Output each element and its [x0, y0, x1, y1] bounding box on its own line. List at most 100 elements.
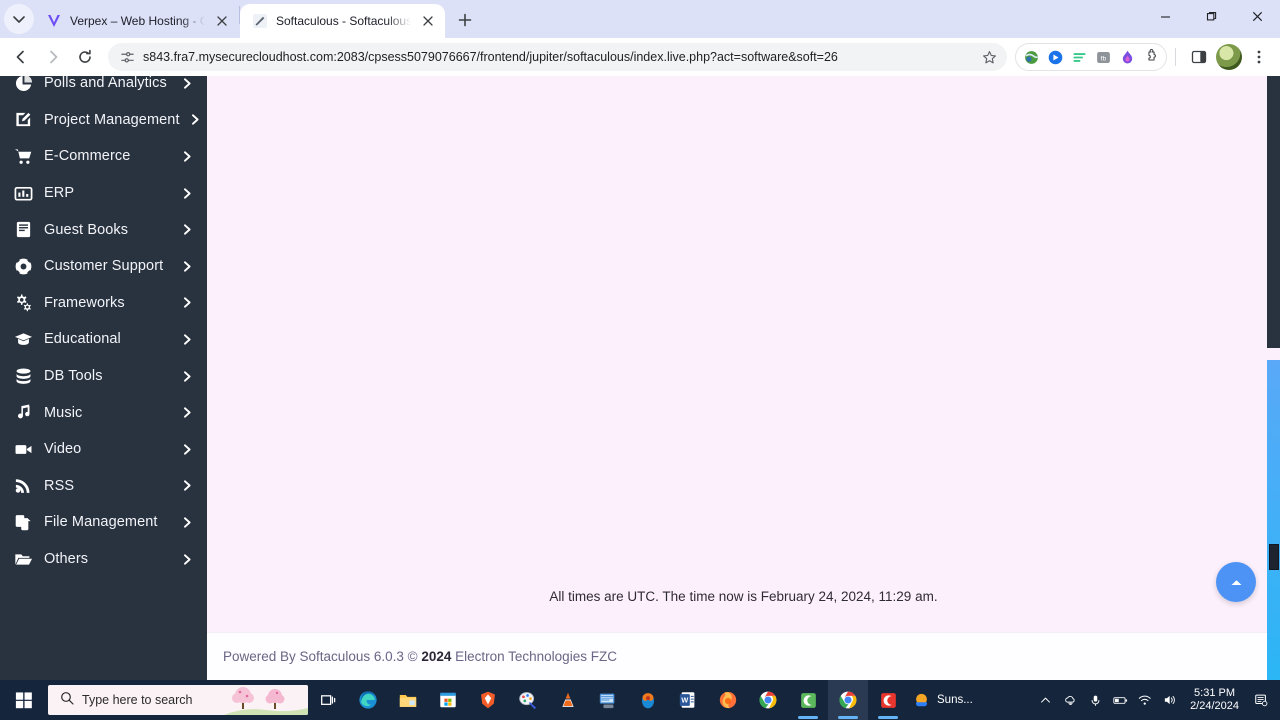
- new-tab-button[interactable]: [451, 6, 479, 34]
- forward-button[interactable]: [38, 42, 68, 72]
- weather-widget[interactable]: Suns...: [908, 691, 977, 710]
- sidebar-item-erp[interactable]: ERP: [0, 175, 207, 212]
- puzzle-extensions-icon[interactable]: [1140, 46, 1162, 68]
- edge-icon: [359, 691, 377, 709]
- taskbar-app-paint[interactable]: [508, 680, 548, 720]
- utc-time-note: All times are UTC. The time now is Febru…: [549, 589, 938, 604]
- files-icon: [12, 513, 34, 532]
- gears-icon: [12, 293, 34, 312]
- sidebar-item-music[interactable]: Music: [0, 394, 207, 431]
- folder-open-icon: [12, 550, 34, 569]
- tab-search-button[interactable]: [4, 4, 34, 34]
- tab-verpex[interactable]: Verpex – Web Hosting - Gold (V: [34, 4, 239, 38]
- site-settings-icon[interactable]: [120, 50, 135, 65]
- bookmark-star-icon[interactable]: [982, 50, 997, 65]
- footer-suffix: Electron Technologies FZC: [451, 649, 617, 664]
- sidebar-item-customer-support[interactable]: Customer Support: [0, 248, 207, 285]
- minimize-button[interactable]: [1142, 0, 1188, 32]
- task-view-button[interactable]: [308, 680, 348, 720]
- taskbar-app-brave[interactable]: [468, 680, 508, 720]
- camtasia-editor-icon: [880, 692, 896, 708]
- sidebar-item-label: Frameworks: [44, 294, 125, 311]
- music-note-icon: [12, 403, 34, 422]
- page-scrollbar[interactable]: [1267, 76, 1280, 680]
- sun-cloud-icon: [912, 691, 931, 710]
- thunderbird-icon: [642, 693, 654, 709]
- tab-close-button[interactable]: [419, 12, 437, 30]
- taskbar-clock[interactable]: 5:31 PM 2/24/2024: [1184, 687, 1245, 713]
- notification-center-button[interactable]: [1248, 687, 1274, 713]
- text-extension-icon[interactable]: [1068, 46, 1090, 68]
- softaculous-icon: [252, 13, 268, 29]
- sidebar-item-e-commerce[interactable]: E-Commerce: [0, 138, 207, 175]
- sidebar-item-file-management[interactable]: File Management: [0, 504, 207, 541]
- content-body: All times are UTC. The time now is Febru…: [207, 76, 1280, 632]
- search-input[interactable]: Type here to search: [48, 685, 308, 715]
- side-panel-icon: [1191, 50, 1207, 64]
- microphone-tray-button[interactable]: [1084, 687, 1106, 713]
- chevron-right-icon: [182, 444, 193, 455]
- taskbar-app-file-explorer[interactable]: [388, 680, 428, 720]
- chevron-right-icon: [182, 151, 193, 162]
- footer-prefix: Powered By Softaculous 6.0.3 ©: [223, 649, 422, 664]
- taskbar-app-word[interactable]: W: [668, 680, 708, 720]
- onedrive-tray-button[interactable]: [1059, 687, 1081, 713]
- taskbar-app-thunderbird[interactable]: [628, 680, 668, 720]
- paint-icon: [519, 692, 537, 710]
- screen: Verpex – Web Hosting - Gold (V Softaculo…: [0, 0, 1280, 720]
- side-panel-button[interactable]: [1184, 42, 1214, 72]
- globe-extension-icon[interactable]: [1020, 46, 1042, 68]
- address-bar[interactable]: s843.fra7.mysecurecloudhost.com:2083/cps…: [108, 43, 1007, 71]
- browser-menu-button[interactable]: [1244, 42, 1274, 72]
- volume-tray-button[interactable]: [1159, 687, 1181, 713]
- chevron-right-icon: [182, 517, 193, 528]
- taskbar-app-microsoft-store[interactable]: [428, 680, 468, 720]
- sidebar-item-guest-books[interactable]: Guest Books: [0, 211, 207, 248]
- tab-close-button[interactable]: [213, 12, 231, 30]
- close-button[interactable]: [1234, 0, 1280, 32]
- sidebar-item-rss[interactable]: RSS: [0, 468, 207, 505]
- sidebar-item-educational[interactable]: Educational: [0, 321, 207, 358]
- chevron-up-icon: [1040, 697, 1050, 703]
- scroll-to-top-button[interactable]: [1216, 562, 1256, 602]
- fire-extension-icon[interactable]: [1116, 46, 1138, 68]
- start-button[interactable]: [0, 680, 48, 720]
- sidebar-item-others[interactable]: Others: [0, 541, 207, 578]
- sidebar-item-frameworks[interactable]: Frameworks: [0, 285, 207, 322]
- chrome-active-icon: [839, 691, 857, 709]
- sidebar-item-project-management[interactable]: Project Management: [0, 102, 207, 139]
- microsoft-store-icon: [440, 692, 456, 708]
- profile-avatar[interactable]: [1216, 44, 1242, 70]
- taskbar-app-camtasia-editor[interactable]: [868, 680, 908, 720]
- tab-softaculous[interactable]: Softaculous - Softaculous - Wo: [240, 4, 445, 38]
- taskbar-app-chrome[interactable]: [748, 680, 788, 720]
- wifi-tray-button[interactable]: [1134, 687, 1156, 713]
- sidebar-item-db-tools[interactable]: DB Tools: [0, 358, 207, 395]
- video-download-extension-icon[interactable]: [1044, 46, 1066, 68]
- show-hidden-icons-button[interactable]: [1034, 687, 1056, 713]
- sidebar-item-polls-and-analytics[interactable]: Polls and Analytics: [0, 76, 207, 102]
- taskbar-app-vlc[interactable]: [548, 680, 588, 720]
- taskbar-app-chrome-active[interactable]: [828, 680, 868, 720]
- edit-square-icon: [12, 110, 34, 129]
- taskbar-app-firefox[interactable]: [708, 680, 748, 720]
- scrollbar-gap: [1267, 348, 1280, 360]
- chevron-right-icon: [182, 370, 193, 382]
- sidebar-item-video[interactable]: Video: [0, 431, 207, 468]
- tab-title: Verpex – Web Hosting - Gold (V: [70, 14, 205, 28]
- fb-extension-icon[interactable]: fb: [1092, 46, 1114, 68]
- taskbar-app-camtasia[interactable]: [788, 680, 828, 720]
- window-controls: [1142, 0, 1280, 38]
- volume-icon: [1164, 695, 1175, 705]
- url-text: s843.fra7.mysecurecloudhost.com:2083/cps…: [143, 50, 838, 64]
- back-button[interactable]: [6, 42, 36, 72]
- taskbar-app-remote-desktop[interactable]: [588, 680, 628, 720]
- taskbar-app-edge[interactable]: [348, 680, 388, 720]
- battery-tray-button[interactable]: [1109, 687, 1131, 713]
- reload-button[interactable]: [70, 42, 100, 72]
- video-camera-icon: [12, 440, 34, 459]
- scrollbar-thumb[interactable]: [1269, 544, 1279, 570]
- maximize-button[interactable]: [1188, 0, 1234, 32]
- scrollbar-track-upper[interactable]: [1267, 76, 1280, 348]
- toolbar-separator: [1175, 48, 1176, 66]
